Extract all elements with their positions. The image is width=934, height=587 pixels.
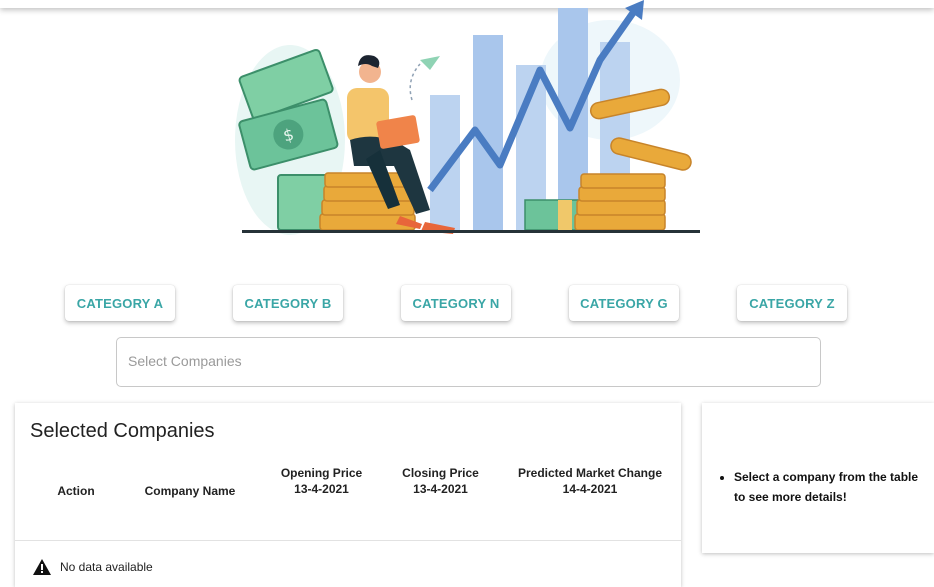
details-hint-text: Select a company from the table to see m… — [734, 467, 922, 507]
category-g-button[interactable]: CATEGORY G — [569, 285, 679, 321]
finance-illustration: $ — [235, 0, 700, 235]
details-hint: Select a company from the table to see m… — [722, 467, 922, 507]
table-header-divider — [15, 540, 681, 541]
column-date: 14-4-2021 — [562, 482, 618, 496]
empty-state: No data available — [32, 558, 153, 576]
column-label: Action — [57, 484, 95, 498]
category-z-button[interactable]: CATEGORY Z — [737, 285, 847, 321]
column-header-company-name[interactable]: Company Name — [140, 483, 240, 499]
column-label: Company Name — [144, 484, 236, 498]
column-header-action[interactable]: Action — [56, 483, 96, 499]
selected-companies-card: Selected Companies Action Company Name O… — [15, 403, 681, 587]
category-b-button[interactable]: CATEGORY B — [233, 285, 343, 321]
category-a-button[interactable]: CATEGORY A — [65, 285, 175, 321]
column-label: Predicted Market Change — [517, 466, 663, 480]
column-label: Opening Price — [280, 466, 363, 480]
empty-state-text: No data available — [60, 560, 153, 574]
column-header-opening-price[interactable]: Opening Price 13-4-2021 — [269, 465, 374, 497]
column-date: 13-4-2021 — [294, 482, 349, 496]
card-title: Selected Companies — [30, 420, 215, 442]
column-header-closing-price[interactable]: Closing Price 13-4-2021 — [388, 465, 493, 497]
column-label: Closing Price — [402, 466, 479, 480]
warning-icon — [33, 559, 51, 575]
company-search-input[interactable] — [126, 352, 810, 370]
details-panel: Select a company from the table to see m… — [702, 403, 934, 553]
category-n-button[interactable]: CATEGORY N — [401, 285, 511, 321]
column-header-predicted-change[interactable]: Predicted Market Change 14-4-2021 — [515, 465, 665, 497]
company-select[interactable] — [116, 337, 821, 387]
column-date: 13-4-2021 — [413, 482, 468, 496]
